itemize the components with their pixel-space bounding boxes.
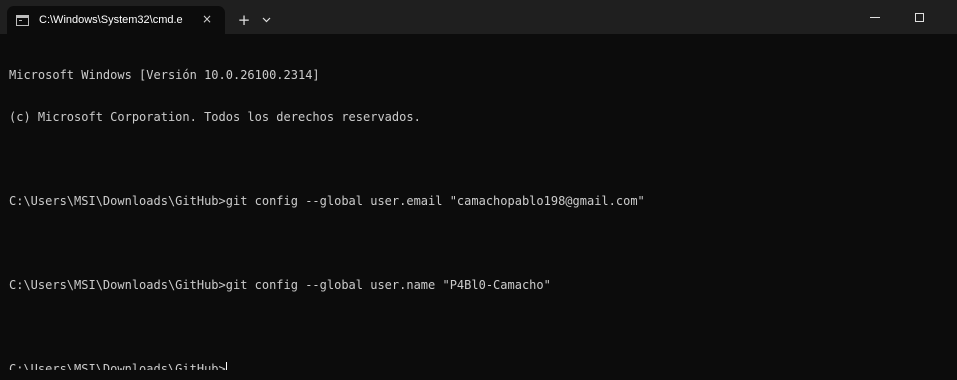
- maximize-button[interactable]: [897, 0, 941, 34]
- terminal-window: C:\Windows\System32\cmd.e × + Microsoft …: [0, 0, 957, 380]
- console-command-line: C:\Users\MSI\Downloads\GitHub>git config…: [9, 194, 645, 208]
- console-command-line: C:\Users\MSI\Downloads\GitHub>git config…: [9, 278, 551, 292]
- console-prompt: C:\Users\MSI\Downloads\GitHub>: [9, 362, 226, 370]
- terminal-icon: [16, 14, 29, 26]
- text-cursor: [225, 362, 227, 370]
- console-copyright-line: (c) Microsoft Corporation. Todos los der…: [9, 110, 421, 124]
- console-prompt-line[interactable]: C:\Users\MSI\Downloads\GitHub>: [9, 362, 949, 370]
- console-header-line: Microsoft Windows [Versión 10.0.26100.23…: [9, 68, 320, 82]
- close-icon[interactable]: ×: [199, 11, 215, 27]
- minimize-button[interactable]: [853, 0, 897, 34]
- minimize-icon: [870, 16, 880, 18]
- title-bar: C:\Windows\System32\cmd.e × +: [0, 0, 957, 34]
- chevron-down-icon[interactable]: [257, 9, 275, 31]
- tab-cmd[interactable]: C:\Windows\System32\cmd.e ×: [7, 6, 225, 34]
- maximize-icon: [914, 12, 924, 22]
- window-close-button[interactable]: [941, 0, 957, 34]
- plus-icon[interactable]: +: [233, 9, 255, 31]
- console-output[interactable]: Microsoft Windows [Versión 10.0.26100.23…: [9, 40, 949, 370]
- tab-title: C:\Windows\System32\cmd.e: [39, 14, 183, 26]
